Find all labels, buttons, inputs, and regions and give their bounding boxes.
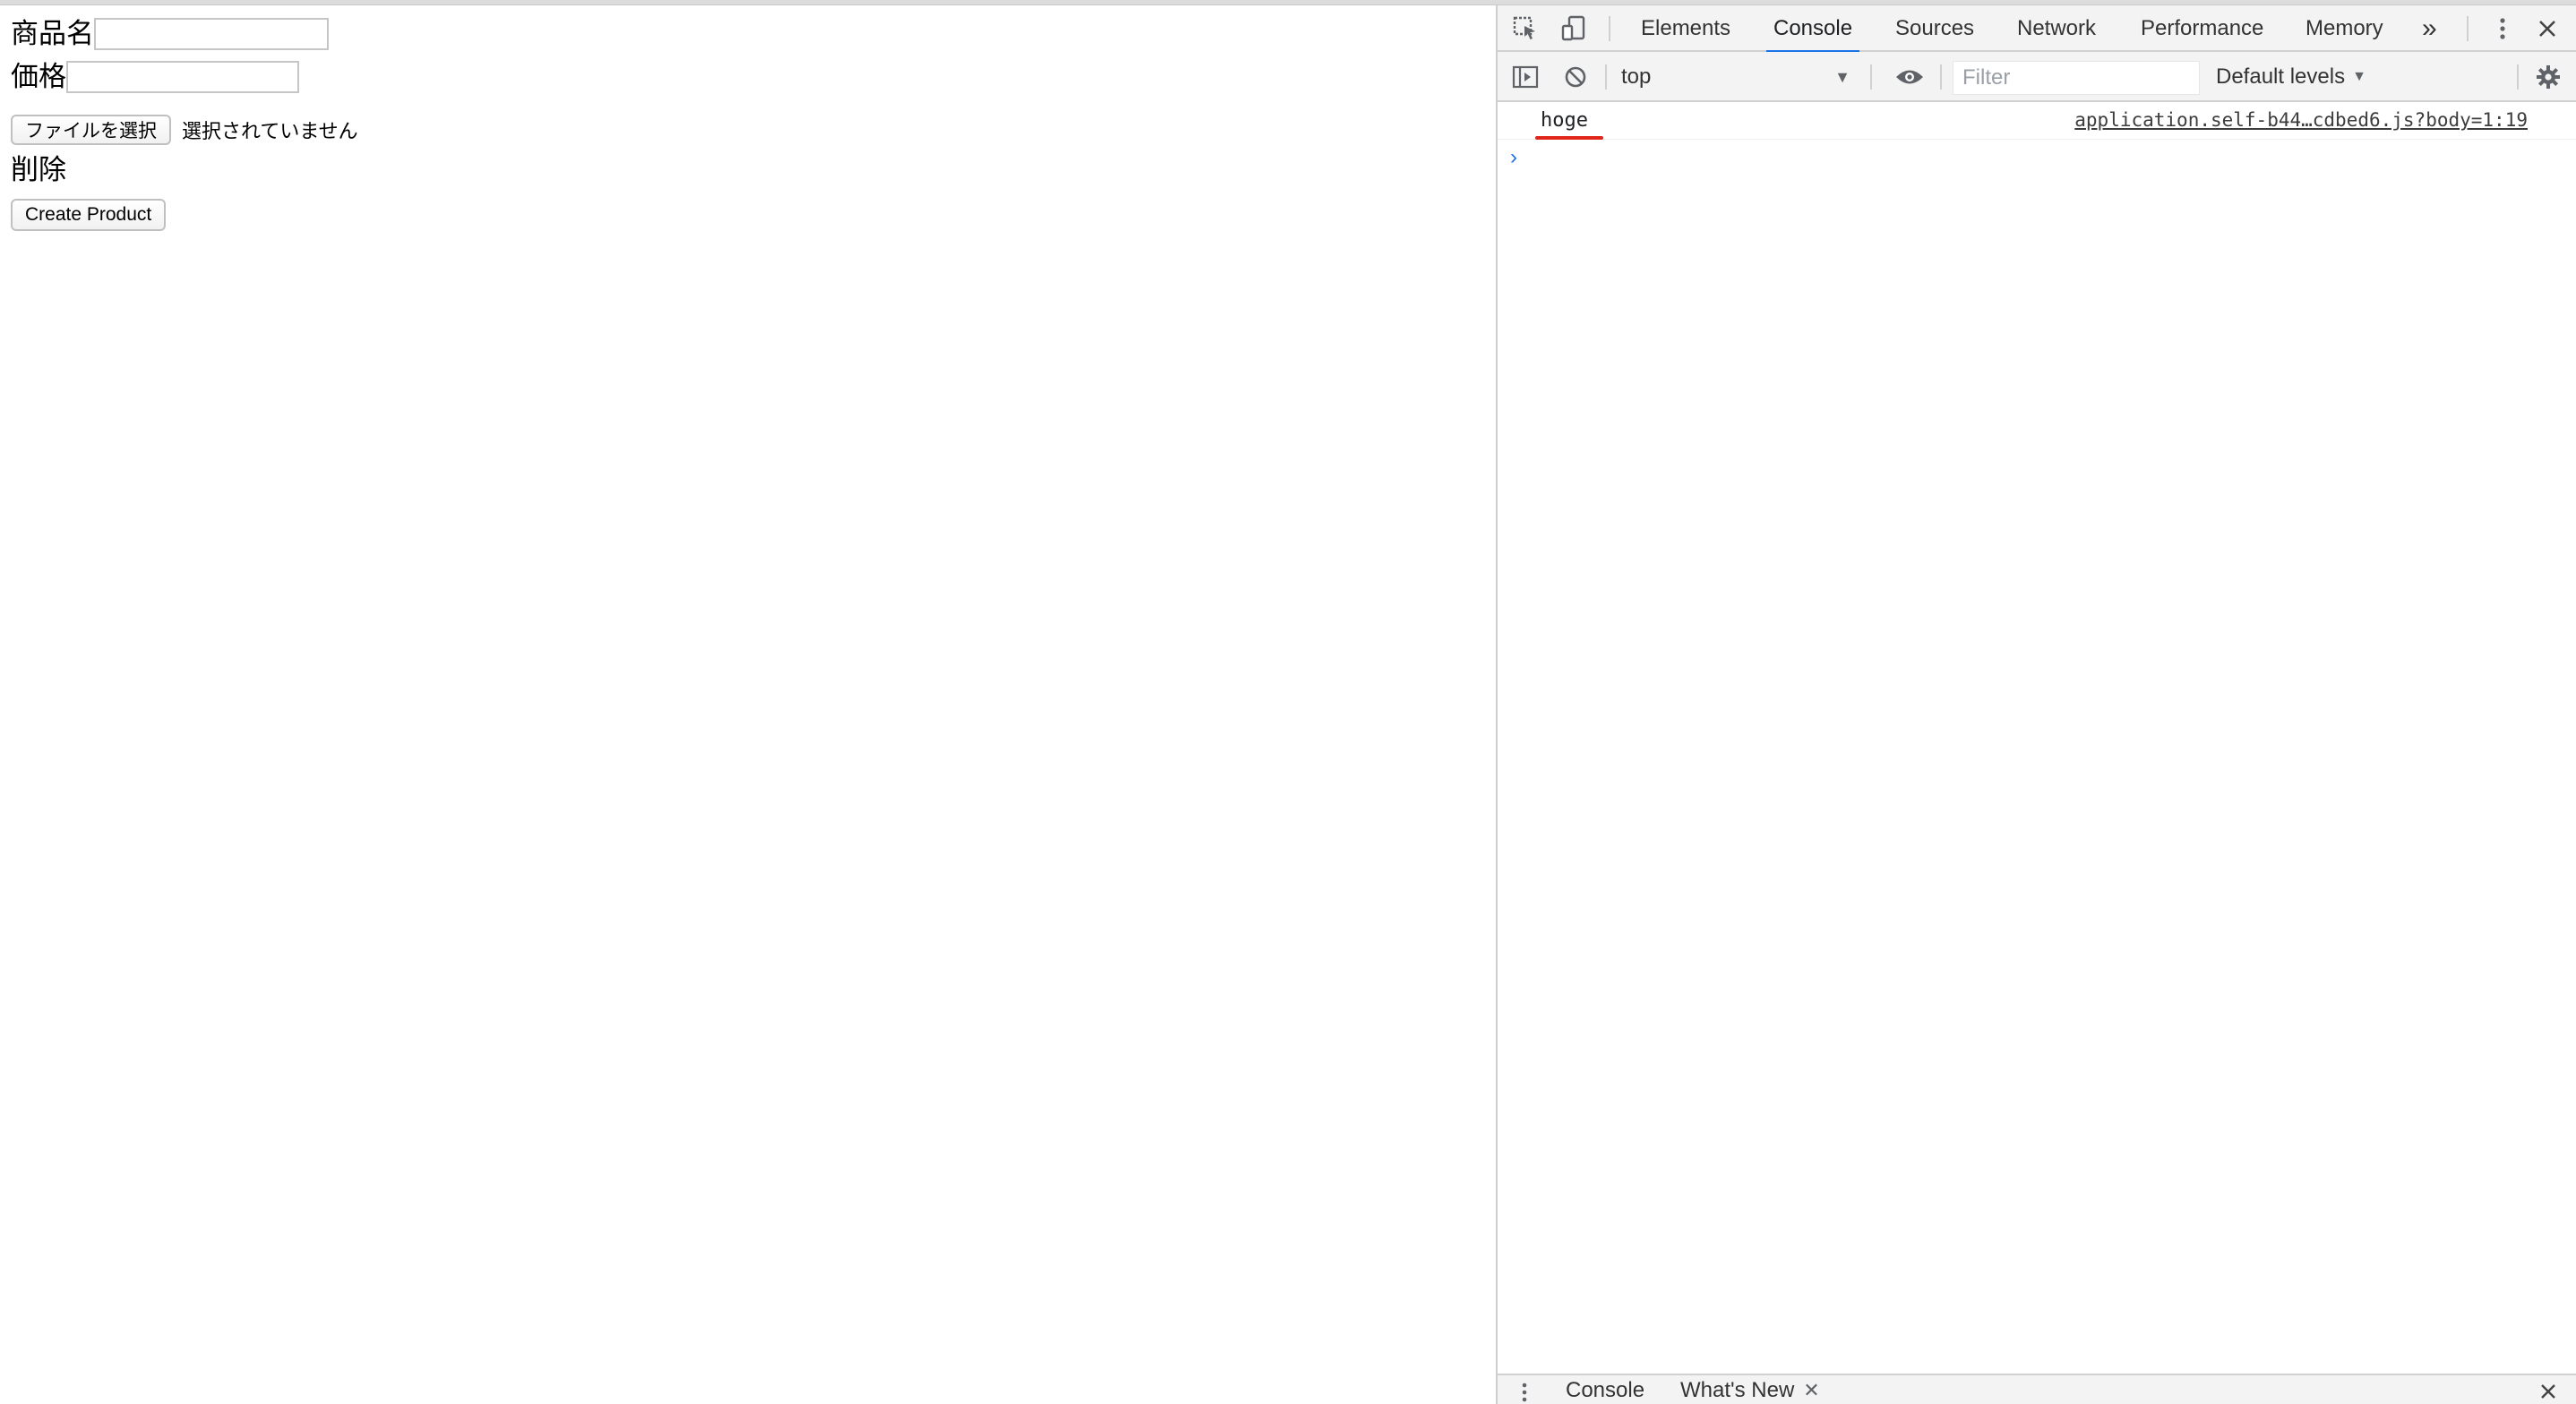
- product-name-row: 商品名: [11, 16, 329, 52]
- log-message-highlight: [1535, 136, 1603, 140]
- devtools-tab-bar: Elements Console Sources Network Perform…: [1498, 5, 2576, 54]
- product-name-label: 商品名: [11, 18, 94, 50]
- toolbar-separator-4: [2517, 64, 2519, 90]
- console-filter-input[interactable]: Filter: [1953, 61, 2200, 95]
- inspect-element-icon[interactable]: [1510, 14, 1541, 43]
- tab-network[interactable]: Network: [2017, 5, 2096, 52]
- choose-file-button[interactable]: ファイルを選択: [11, 115, 171, 145]
- device-toolbar-icon[interactable]: [1558, 14, 1589, 43]
- context-dropdown-icon: ▼: [1834, 68, 1850, 86]
- tab-performance[interactable]: Performance: [2141, 5, 2263, 52]
- clear-console-icon[interactable]: [1560, 63, 1591, 91]
- submit-row: Create Product: [11, 199, 167, 231]
- log-levels-caret-icon: ▼: [2352, 69, 2366, 84]
- drawer-tab-whats-new-label: What's New: [1680, 1378, 1795, 1402]
- log-source-link[interactable]: application.self-b44…cdbed6.js?body=1:19: [2074, 109, 2528, 131]
- show-sidebar-icon[interactable]: [1510, 63, 1541, 91]
- console-log-row: hoge application.self-b44…cdbed6.js?body…: [1498, 102, 2576, 140]
- drawer-tab-bar: Console What's New ✕: [1498, 1374, 2576, 1404]
- tab-sources[interactable]: Sources: [1895, 5, 1974, 52]
- console-output[interactable]: hoge application.self-b44…cdbed6.js?body…: [1498, 102, 2576, 1374]
- tab-console[interactable]: Console: [1765, 5, 1860, 54]
- more-tabs-icon[interactable]: »: [2422, 5, 2437, 52]
- price-row: 価格: [11, 59, 299, 95]
- tab-elements[interactable]: Elements: [1641, 5, 1730, 52]
- file-status-text: 選択されていません: [182, 121, 358, 143]
- console-toolbar: top ▼ Filter Default levels ▼: [1498, 52, 2576, 102]
- console-settings-gear-icon[interactable]: [2533, 63, 2563, 91]
- product-name-input[interactable]: [94, 18, 329, 50]
- console-prompt-icon[interactable]: ›: [1510, 145, 1517, 170]
- log-message: hoge: [1541, 109, 1588, 132]
- devtools-panel: Elements Console Sources Network Perform…: [1496, 5, 2576, 1404]
- tabbar-separator-right: [2467, 16, 2469, 41]
- drawer-tab-whats-new[interactable]: What's New ✕: [1680, 1375, 1820, 1404]
- log-levels-dropdown[interactable]: Default levels ▼: [2216, 61, 2366, 93]
- close-drawer-icon[interactable]: [2535, 1379, 2562, 1404]
- delete-label: 削除: [11, 154, 66, 186]
- drawer-tab-console[interactable]: Console: [1566, 1375, 1644, 1404]
- price-input[interactable]: [66, 61, 299, 93]
- context-selector[interactable]: top ▼: [1621, 61, 1858, 93]
- file-row: ファイルを選択 選択されていません: [11, 115, 358, 145]
- create-product-button[interactable]: Create Product: [11, 199, 167, 231]
- toolbar-separator-2: [1870, 64, 1872, 90]
- drawer-menu-icon[interactable]: [1517, 1379, 1532, 1404]
- context-value: top: [1621, 64, 1652, 89]
- log-levels-label: Default levels: [2216, 64, 2346, 89]
- toolbar-separator: [1605, 64, 1607, 90]
- price-label: 価格: [11, 61, 66, 93]
- live-expression-eye-icon[interactable]: [1892, 63, 1928, 91]
- tab-memory[interactable]: Memory: [2306, 5, 2383, 52]
- kebab-menu-icon[interactable]: [2490, 14, 2515, 43]
- web-page: 商品名 価格 ファイルを選択 選択されていません 削除 Create Produ…: [0, 5, 1496, 1404]
- delete-row: 削除: [11, 152, 66, 188]
- close-tab-icon[interactable]: ✕: [1803, 1379, 1819, 1402]
- toolbar-separator-3: [1940, 64, 1942, 90]
- close-devtools-icon[interactable]: [2533, 14, 2562, 43]
- tabbar-separator: [1609, 16, 1610, 41]
